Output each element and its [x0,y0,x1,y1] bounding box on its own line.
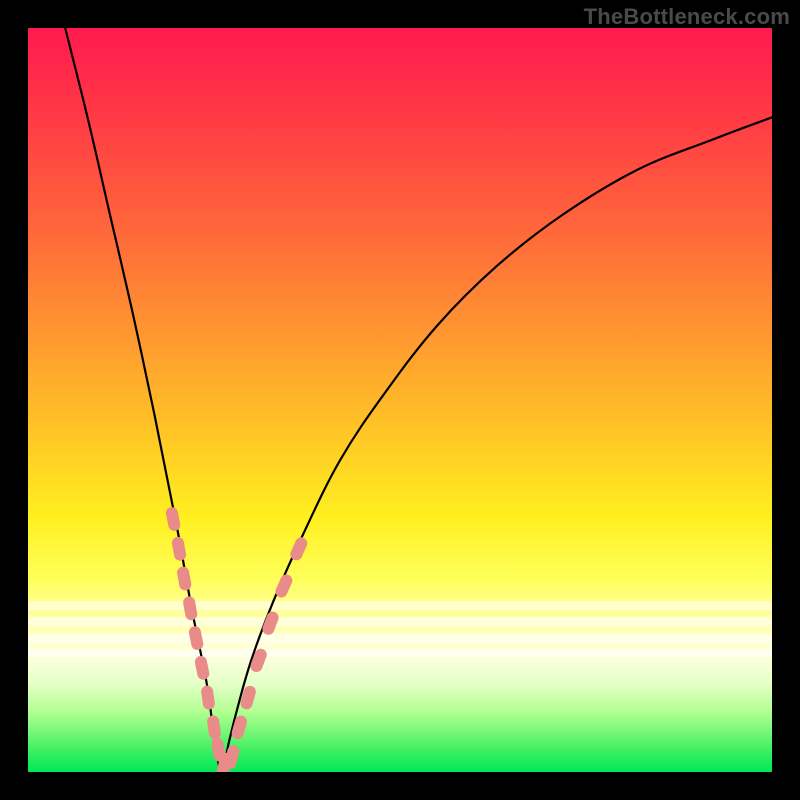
curve-marker [176,566,192,592]
curve-marker [206,715,221,740]
curve-marker [165,506,181,532]
curve-marker [200,685,215,710]
chart-svg [28,28,772,772]
chart-frame: TheBottleneck.com [0,0,800,800]
curve-marker [188,625,204,651]
curve-marker [194,655,210,681]
curve-marker [182,595,198,621]
curve-marker [171,536,187,562]
watermark-text: TheBottleneck.com [584,4,790,30]
curve-marker [223,744,240,770]
bottleneck-curve [65,28,772,772]
curve-markers [165,506,309,772]
plot-area [28,28,772,772]
